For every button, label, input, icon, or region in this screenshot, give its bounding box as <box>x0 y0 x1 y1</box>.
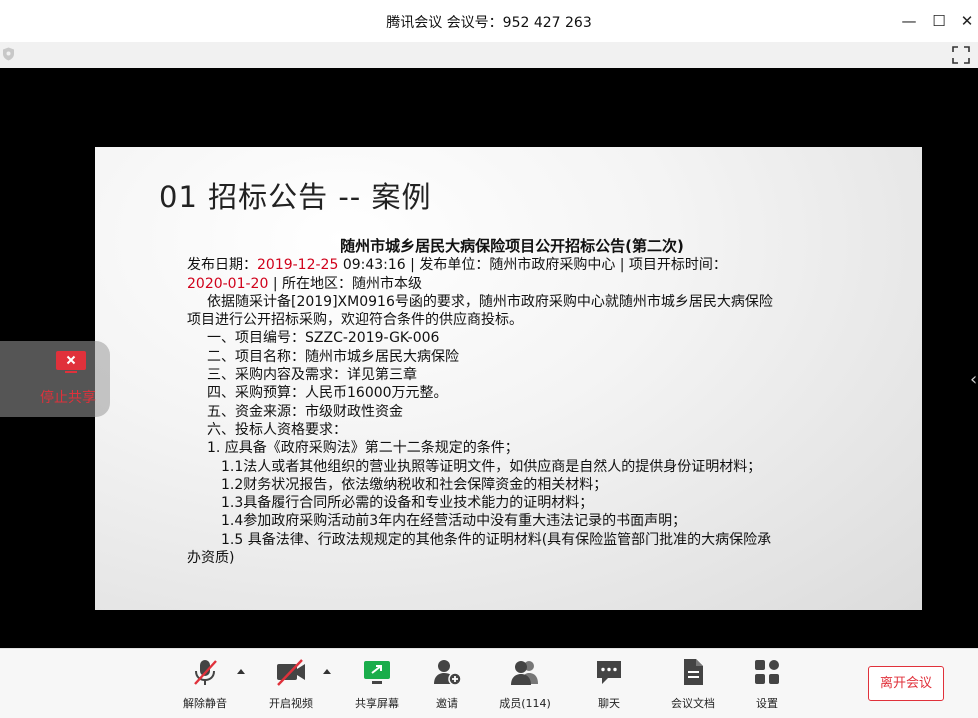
intro-paragraph-cont: 项目进行公开招标采购，欢迎符合条件的供应商投标。 <box>187 312 523 329</box>
shield-icon <box>3 47 14 61</box>
publish-info-rest: 09:43:16 | 发布单位：随州市政府采购中心 | 项目开标时间： <box>338 257 727 274</box>
document-icon <box>684 659 703 685</box>
title-bar: 腾讯会议 会议号：952 427 263 — ☐ ✕ <box>0 0 978 42</box>
document-title: 随州市城乡居民大病保险项目公开招标公告(第二次) <box>340 237 684 255</box>
project-item: 六、投标人资格要求： <box>207 421 347 438</box>
open-date-line: 2020-01-20 | 所在地区：随州市本级 <box>187 275 837 293</box>
fullscreen-icon[interactable] <box>952 46 970 64</box>
share-screen-button[interactable]: 共享屏幕 <box>342 657 412 715</box>
video-off-icon <box>277 659 305 686</box>
project-item: 二、项目名称：随州市城乡居民大病保险 <box>207 348 459 365</box>
meeting-docs-button[interactable]: 会议文档 <box>658 657 728 715</box>
add-person-icon <box>434 660 462 686</box>
intro-paragraph: 依据随采计备[2019]XM0916号函的要求，随州市政府采购中心就随州市城乡居… <box>207 293 773 310</box>
requirement-item: 1.4参加政府采购活动前3年内在经营活动中没有重大违法记录的书面声明； <box>221 513 687 530</box>
unmute-label: 解除静音 <box>183 697 227 710</box>
chevron-left-icon[interactable]: ‹ <box>970 370 978 390</box>
meeting-docs-label: 会议文档 <box>671 697 715 710</box>
publish-date-label: 发布日期： <box>187 257 257 274</box>
share-status-bar <box>0 42 978 69</box>
project-item: 一、项目编号：SZZC-2019-GK-006 <box>207 330 440 347</box>
stop-share-label: 停止共享 <box>40 390 96 406</box>
requirement-item: 1.2财务状况报告，依法缴纳税收和社会保障资金的相关材料； <box>221 476 608 493</box>
requirement-item-cont: 办资质) <box>187 550 235 567</box>
presentation-slide: 01 招标公告 -- 案例 随州市城乡居民大病保险项目公开招标公告(第二次) 发… <box>95 147 922 610</box>
open-date: 2020-01-20 <box>187 275 269 292</box>
chat-button[interactable]: 聊天 <box>574 657 644 715</box>
mic-options-caret-icon[interactable] <box>236 667 246 675</box>
share-screen-label: 共享屏幕 <box>355 697 399 710</box>
announcement-document: 随州市城乡居民大病保险项目公开招标公告(第二次) 发布日期：2019-12-25… <box>187 237 837 567</box>
stop-share-icon <box>56 351 86 373</box>
maximize-button[interactable]: ☐ <box>928 10 950 32</box>
requirement-item: 1.3具备履行合同所必需的设备和专业技术能力的证明材料； <box>221 495 594 512</box>
settings-grid-icon <box>755 660 779 684</box>
region-info: | 所在地区：随州市本级 <box>268 275 422 292</box>
close-button[interactable]: ✕ <box>956 10 978 32</box>
muted-mic-icon <box>194 660 217 685</box>
start-video-button[interactable]: 开启视频 <box>256 657 326 715</box>
members-icon <box>511 661 538 685</box>
slide-title: 01 招标公告 -- 案例 <box>159 180 432 214</box>
start-video-label: 开启视频 <box>269 697 313 710</box>
requirement-heading: 1. 应具备《政府采购法》第二十二条规定的条件； <box>207 440 519 457</box>
members-button[interactable]: 成员(114) <box>490 657 560 715</box>
settings-label: 设置 <box>756 697 778 710</box>
share-screen-icon <box>364 661 390 684</box>
unmute-button[interactable]: 解除静音 <box>170 657 240 715</box>
publish-date: 2019-12-25 <box>257 257 339 274</box>
invite-button[interactable]: 邀请 <box>412 657 482 715</box>
shared-screen-area: 01 招标公告 -- 案例 随州市城乡居民大病保险项目公开招标公告(第二次) 发… <box>0 68 978 648</box>
project-item: 三、采购内容及需求：详见第三章 <box>207 367 417 384</box>
settings-button[interactable]: 设置 <box>732 657 802 715</box>
requirement-item: 1.1法人或者其他组织的营业执照等证明文件，如供应商是自然人的提供身份证明材料； <box>221 458 762 475</box>
project-item: 五、资金来源：市级财政性资金 <box>207 403 403 420</box>
chat-label: 聊天 <box>598 697 620 710</box>
stop-share-button[interactable]: 停止共享 <box>0 341 110 417</box>
members-label: 成员(114) <box>499 697 551 710</box>
requirement-item: 1.5 具备法律、行政法规规定的其他条件的证明材料(具有保险监管部门批准的大病保… <box>221 531 772 548</box>
project-item: 四、采购预算：人民币16000万元整。 <box>207 385 448 402</box>
meeting-toolbar: 解除静音 开启视频 共享屏幕 邀请 成员(114) 聊天 会议文档 设置 离开会… <box>0 648 978 718</box>
publish-info-line: 发布日期：2019-12-25 09:43:16 | 发布单位：随州市政府采购中… <box>187 256 837 274</box>
chat-icon <box>597 661 621 684</box>
minimize-button[interactable]: — <box>898 10 920 32</box>
window-title: 腾讯会议 会议号：952 427 263 <box>386 15 592 31</box>
leave-meeting-button[interactable]: 离开会议 <box>868 666 944 701</box>
video-options-caret-icon[interactable] <box>322 667 332 675</box>
invite-label: 邀请 <box>436 697 458 710</box>
